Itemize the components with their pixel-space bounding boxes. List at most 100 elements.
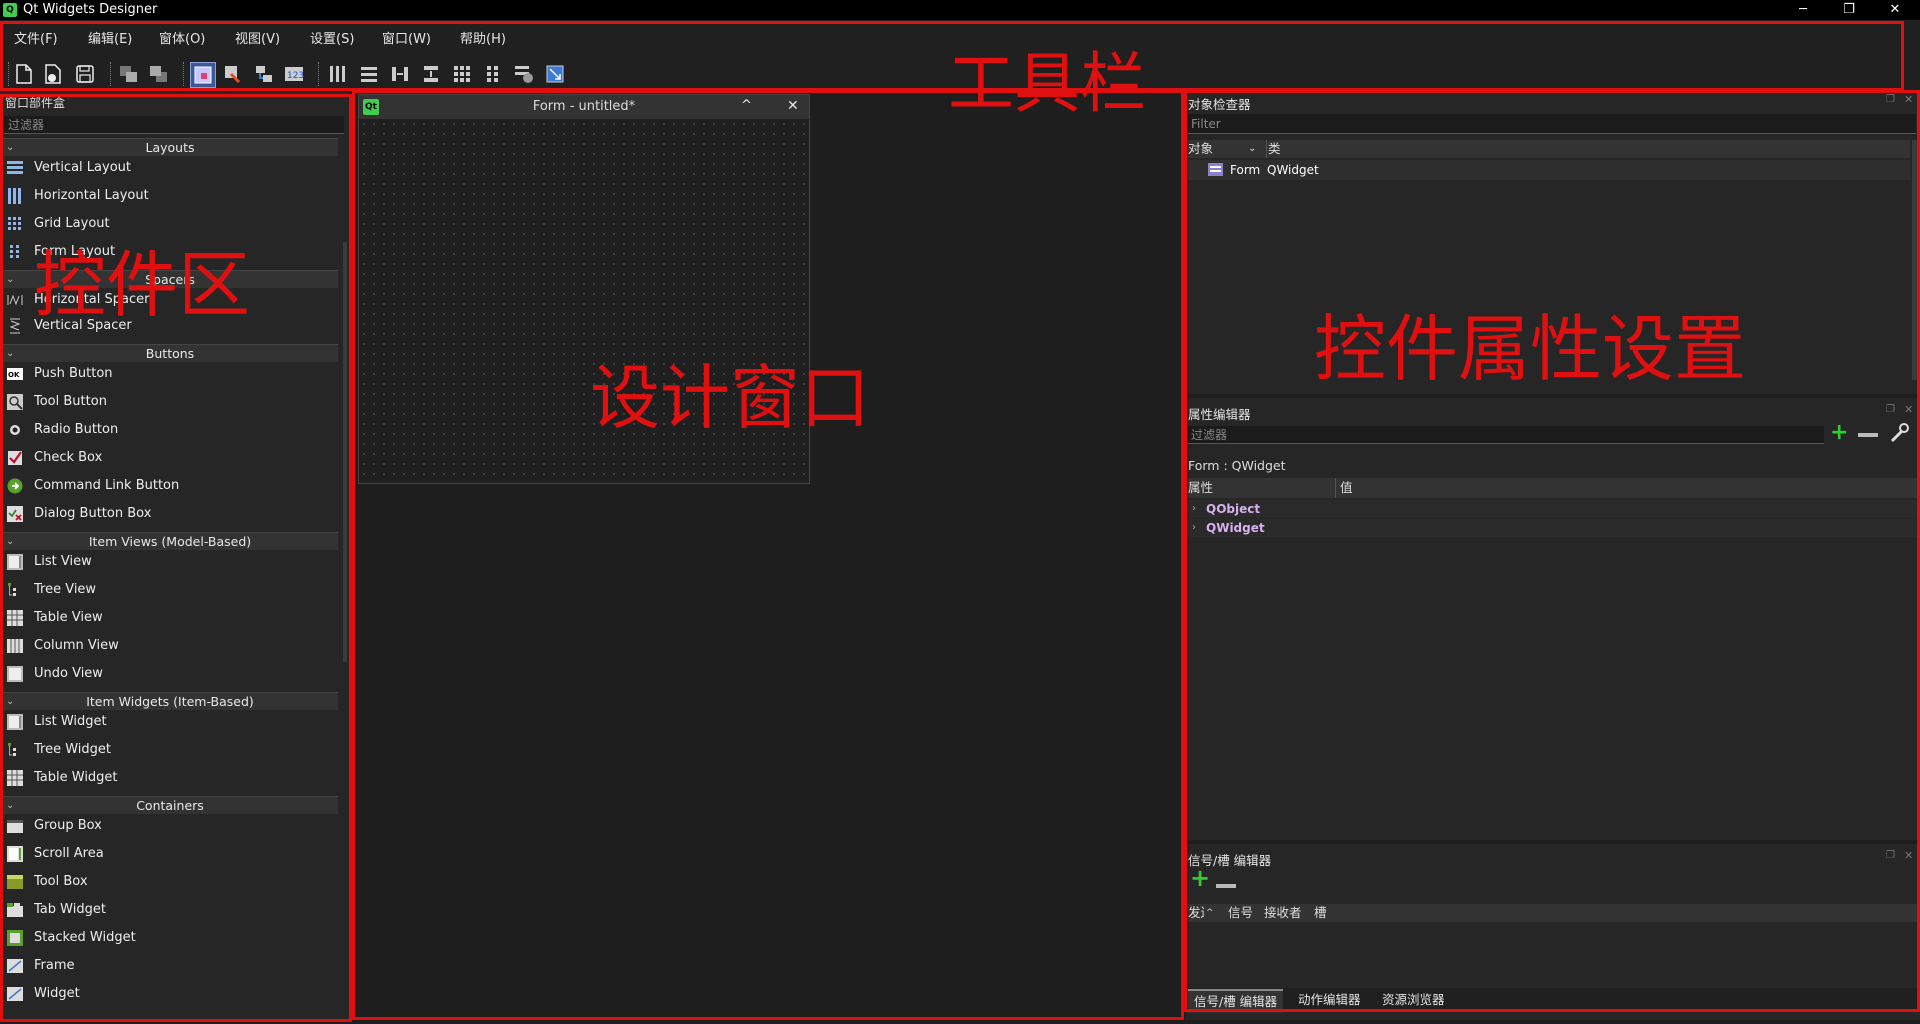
category-layouts[interactable]: ⌄ Layouts	[2, 138, 338, 156]
sort-ascending-icon[interactable]: ^	[1206, 904, 1214, 922]
column-property[interactable]: 属性	[1188, 478, 1213, 498]
float-panel-icon[interactable]: ❐	[1886, 404, 1895, 415]
edit-signals-slots-icon[interactable]	[221, 62, 245, 86]
widget-tab-widget[interactable]: Tab Widget	[2, 898, 338, 922]
menu-view[interactable]: 视图(V)	[235, 28, 280, 47]
add-property-icon[interactable]: +	[1830, 422, 1848, 444]
property-filter-input[interactable]: 过滤器	[1188, 426, 1824, 444]
new-file-icon[interactable]	[12, 62, 36, 86]
minimize-button[interactable]: ─	[1780, 0, 1826, 20]
object-inspector-scrollbar[interactable]	[1912, 140, 1918, 380]
widget-list-widget[interactable]: List Widget	[2, 710, 338, 734]
property-group-qobject[interactable]: › QObject	[1188, 500, 1918, 518]
widget-widget[interactable]: Widget	[2, 982, 338, 1006]
form-layout-icon[interactable]	[481, 62, 505, 86]
column-class[interactable]: 类	[1268, 140, 1281, 158]
collapse-form-button[interactable]: ^	[741, 98, 752, 113]
widget-dialog-button-box[interactable]: Dialog Button Box	[2, 502, 338, 526]
break-layout-icon[interactable]	[512, 62, 536, 86]
edit-tab-order-icon[interactable]: 123	[283, 62, 307, 86]
widget-command-link-button[interactable]: Command Link Button	[2, 474, 338, 498]
widget-vertical-layout[interactable]: Vertical Layout	[2, 156, 338, 180]
category-item-widgets[interactable]: ⌄ Item Widgets (Item-Based)	[2, 692, 338, 710]
widget-filter-input[interactable]: 过滤器	[4, 116, 344, 134]
vertical-splitter-icon[interactable]	[419, 62, 443, 86]
category-containers[interactable]: ⌄ Containers	[2, 796, 338, 814]
category-spacers[interactable]: ⌄ Spacers	[2, 270, 338, 288]
widget-tool-button[interactable]: Tool Button	[2, 390, 338, 414]
add-connection-icon[interactable]: +	[1190, 866, 1210, 890]
send-to-back-icon[interactable]	[117, 62, 141, 86]
float-panel-icon[interactable]: ❐	[1886, 850, 1895, 861]
widget-horizontal-spacer[interactable]: Horizontal Spacer	[2, 288, 338, 312]
widget-grid-layout[interactable]: Grid Layout	[2, 212, 338, 236]
widget-table-view[interactable]: Table View	[2, 606, 338, 630]
float-panel-icon[interactable]: ❐	[1886, 94, 1895, 105]
lay-out-vertically-icon[interactable]	[357, 62, 381, 86]
widget-table-widget[interactable]: Table Widget	[2, 766, 338, 790]
menu-form[interactable]: 窗体(O)	[159, 28, 205, 47]
menu-window[interactable]: 窗口(W)	[382, 28, 431, 47]
column-signal[interactable]: 信号	[1228, 904, 1253, 922]
widget-tool-box[interactable]: Tool Box	[2, 870, 338, 894]
restore-button[interactable]: ❐	[1826, 0, 1872, 20]
lay-out-horizontally-icon[interactable]	[326, 62, 350, 86]
edit-widgets-icon[interactable]	[190, 62, 216, 88]
close-form-button[interactable]: ✕	[787, 98, 799, 114]
close-panel-icon[interactable]: ✕	[1904, 403, 1913, 416]
widget-push-button[interactable]: OK Push Button	[2, 362, 338, 386]
adjust-size-icon[interactable]	[543, 62, 567, 86]
close-panel-icon[interactable]: ✕	[1904, 93, 1913, 106]
grid-layout-icon[interactable]	[450, 62, 474, 86]
widget-radio-button[interactable]: Radio Button	[2, 418, 338, 442]
widget-column-view[interactable]: Column View	[2, 634, 338, 658]
panel-splitter[interactable]	[1186, 840, 1920, 844]
widget-undo-view[interactable]: Undo View	[2, 662, 338, 686]
form-canvas[interactable]	[359, 119, 809, 483]
column-value[interactable]: 值	[1340, 478, 1353, 498]
property-group-qwidget[interactable]: › QWidget	[1188, 519, 1918, 537]
object-filter-input[interactable]: Filter	[1188, 114, 1916, 134]
chevron-right-icon[interactable]: ›	[1192, 500, 1196, 518]
menu-file[interactable]: 文件(F)	[14, 28, 58, 47]
object-row-form[interactable]: Form QWidget	[1188, 160, 1910, 180]
widget-horizontal-layout[interactable]: Horizontal Layout	[2, 184, 338, 208]
widget-list-view[interactable]: List View	[2, 550, 338, 574]
bring-to-front-icon[interactable]	[147, 62, 171, 86]
column-receiver[interactable]: 接收者	[1264, 904, 1302, 922]
widget-stacked-widget[interactable]: Stacked Widget	[2, 926, 338, 950]
tab-resource-browser[interactable]: 资源浏览器	[1376, 989, 1451, 1011]
menu-settings[interactable]: 设置(S)	[310, 28, 354, 47]
column-slot[interactable]: 槽	[1314, 904, 1327, 922]
column-sender[interactable]: 发送	[1188, 904, 1204, 922]
close-panel-icon[interactable]: ✕	[1904, 849, 1913, 862]
chevron-right-icon[interactable]: ›	[1192, 519, 1196, 537]
tab-action-editor[interactable]: 动作编辑器	[1292, 989, 1367, 1011]
close-window-button[interactable]: ✕	[1872, 0, 1918, 20]
category-buttons[interactable]: ⌄ Buttons	[2, 344, 338, 362]
widget-vertical-spacer[interactable]: Vertical Spacer	[2, 314, 338, 338]
form-title-bar[interactable]: Qt Form - untitled* ^ ✕	[359, 95, 809, 119]
tab-signal-slot-editor[interactable]: 信号/槽 编辑器	[1188, 989, 1284, 1013]
remove-connection-icon[interactable]	[1216, 884, 1236, 888]
menu-edit[interactable]: 编辑(E)	[88, 28, 132, 47]
remove-property-icon[interactable]	[1858, 433, 1878, 437]
horizontal-splitter-icon[interactable]	[388, 62, 412, 86]
edit-buddies-icon[interactable]	[252, 62, 276, 86]
widget-tree-widget[interactable]: Tree Widget	[2, 738, 338, 762]
widget-form-layout[interactable]: Form Layout	[2, 240, 338, 264]
widget-box-scrollbar[interactable]	[343, 242, 347, 662]
widget-tree-view[interactable]: Tree View	[2, 578, 338, 602]
widget-group-box[interactable]: Group Box	[2, 814, 338, 838]
widget-scroll-area[interactable]: Scroll Area	[2, 842, 338, 866]
configure-wrench-icon[interactable]	[1888, 422, 1910, 444]
open-file-icon[interactable]	[42, 62, 66, 86]
save-icon[interactable]	[73, 62, 97, 86]
menu-help[interactable]: 帮助(H)	[460, 28, 506, 47]
form-window[interactable]: Qt Form - untitled* ^ ✕	[358, 94, 810, 484]
category-item-views[interactable]: ⌄ Item Views (Model-Based)	[2, 532, 338, 550]
column-object[interactable]: 对象	[1188, 140, 1213, 158]
chevron-down-icon[interactable]: ⌄	[1248, 140, 1256, 158]
widget-frame[interactable]: Frame	[2, 954, 338, 978]
panel-splitter[interactable]	[1186, 394, 1920, 398]
